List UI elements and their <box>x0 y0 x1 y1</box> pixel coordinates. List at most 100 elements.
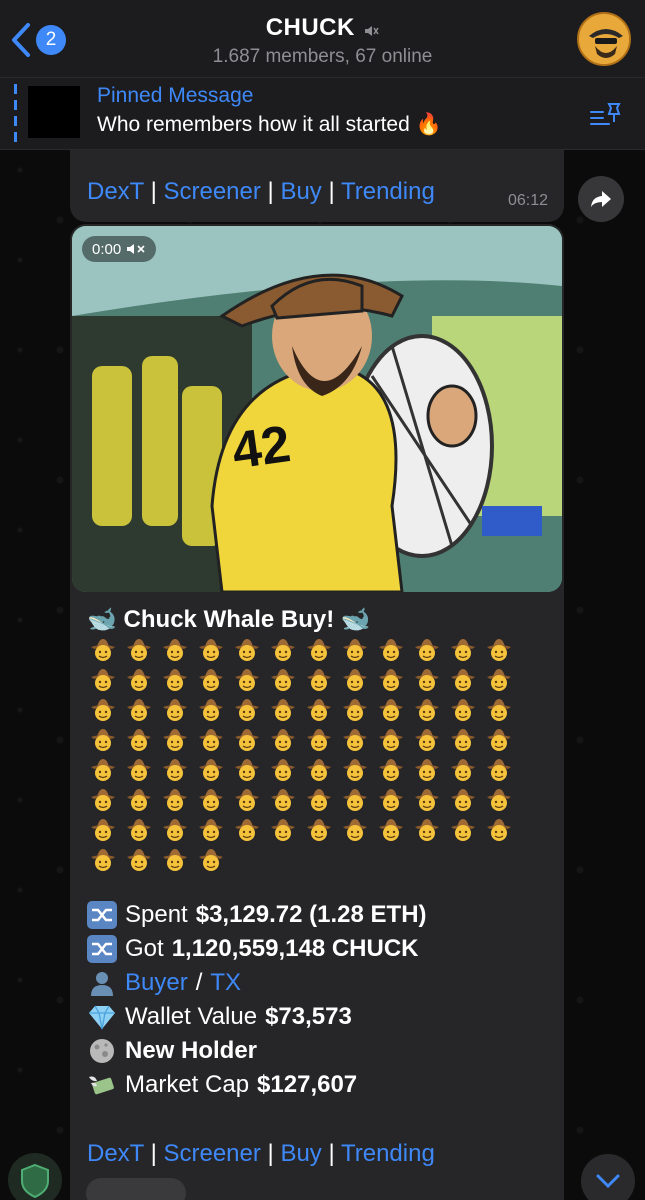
emoji-row <box>90 758 530 782</box>
shield-icon <box>21 1163 49 1199</box>
link-trending[interactable]: Trending <box>341 1140 435 1167</box>
cowboy-face-icon <box>415 729 439 751</box>
tx-link[interactable]: TX <box>210 969 241 997</box>
cowboy-face-icon <box>127 849 151 871</box>
cowboy-face-icon <box>199 759 223 781</box>
emoji-row <box>90 728 530 752</box>
cowboy-face-icon <box>487 759 511 781</box>
cowboy-face-icon <box>307 639 331 661</box>
link-dext[interactable]: DexT <box>87 178 144 205</box>
video-duration-badge: 0:00 <box>82 236 157 262</box>
cowboy-face-icon <box>487 819 511 841</box>
emoji-row <box>90 788 530 812</box>
emoji-row <box>90 818 530 842</box>
cowboy-face-icon <box>271 699 295 721</box>
link-dext[interactable]: DexT <box>87 1140 144 1167</box>
got-value: 1,120,559,148 CHUCK <box>171 935 419 962</box>
scroll-down-button[interactable] <box>581 1154 635 1200</box>
cowboy-face-icon <box>487 729 511 751</box>
cowboy-face-icon <box>451 819 475 841</box>
cowboy-face-icon <box>163 759 187 781</box>
forward-icon <box>591 191 611 207</box>
cowboy-face-icon <box>379 669 403 691</box>
cowboy-face-icon <box>343 669 367 691</box>
cowboy-emoji-grid <box>90 638 530 878</box>
cowboy-face-icon <box>235 789 259 811</box>
cowboy-face-icon <box>163 669 187 691</box>
chat-header: 2 CHUCK 1.687 members, 67 online <box>0 0 645 78</box>
cowboy-face-icon <box>127 639 151 661</box>
cowboy-face-icon <box>451 789 475 811</box>
buyer-link[interactable]: Buyer <box>125 969 188 997</box>
pinned-thumbnail <box>28 86 80 138</box>
moon-icon <box>90 1039 114 1063</box>
shield-button[interactable] <box>8 1153 62 1200</box>
link-buy[interactable]: Buy <box>280 1140 321 1167</box>
cowboy-face-icon <box>271 639 295 661</box>
cowboy-face-icon <box>415 639 439 661</box>
cowboy-face-icon <box>163 819 187 841</box>
cowboy-face-icon <box>379 729 403 751</box>
link-buy[interactable]: Buy <box>280 178 321 205</box>
cowboy-face-icon <box>91 699 115 721</box>
spent-value: $3,129.72 (1.28 ETH) <box>195 901 427 928</box>
cowboy-face-icon <box>91 669 115 691</box>
pinned-message-bar[interactable]: Pinned Message Who remembers how it all … <box>0 78 645 150</box>
user-silhouette-icon <box>91 972 113 996</box>
cowboy-face-icon <box>487 699 511 721</box>
cowboy-face-icon <box>163 699 187 721</box>
stat-buyer: Buyer / TX <box>87 966 427 1000</box>
cowboy-face-icon <box>451 759 475 781</box>
stat-mcap: Market Cap $127,607 <box>87 1068 427 1102</box>
cowboy-face-icon <box>343 699 367 721</box>
cowboy-face-icon <box>451 699 475 721</box>
cowboy-face-icon <box>379 699 403 721</box>
cowboy-face-icon <box>343 819 367 841</box>
cowboy-face-icon <box>235 639 259 661</box>
emoji-row <box>90 848 530 872</box>
cowboy-face-icon <box>451 669 475 691</box>
reactions-bar[interactable] <box>86 1178 186 1200</box>
pinned-label: Pinned Message <box>97 84 254 107</box>
stat-holder: New Holder <box>87 1034 427 1068</box>
cowboy-face-icon <box>379 789 403 811</box>
cowboy-face-icon <box>91 729 115 751</box>
cowboy-face-icon <box>343 729 367 751</box>
cowboy-face-icon <box>307 669 331 691</box>
cowboy-face-icon <box>271 729 295 751</box>
link-screener[interactable]: Screener <box>163 1140 260 1167</box>
link-trending[interactable]: Trending <box>341 178 435 205</box>
video-player[interactable]: 42 0:00 <box>72 226 562 592</box>
money-wings-icon <box>89 1076 114 1095</box>
group-avatar[interactable] <box>577 12 631 66</box>
video-duration: 0:00 <box>92 240 122 258</box>
cowboy-face-icon <box>451 639 475 661</box>
chat-title[interactable]: CHUCK <box>266 14 355 41</box>
cowboy-face-icon <box>415 699 439 721</box>
cowboy-face-icon <box>235 729 259 751</box>
cowboy-face-icon <box>487 639 511 661</box>
pin-list-icon[interactable] <box>589 100 623 130</box>
link-screener[interactable]: Screener <box>163 178 260 205</box>
forward-button[interactable] <box>578 176 624 222</box>
emoji-row <box>90 698 530 722</box>
cowboy-face-icon <box>343 759 367 781</box>
cowboy-face-icon <box>127 699 151 721</box>
cowboy-face-icon <box>235 759 259 781</box>
mute-icon <box>365 25 379 36</box>
cowboy-face-icon <box>127 789 151 811</box>
pinned-indicator <box>14 84 17 144</box>
cowboy-face-icon <box>343 789 367 811</box>
shuffle-icon <box>87 935 117 963</box>
cowboy-face-icon <box>199 699 223 721</box>
cowboy-face-icon <box>127 819 151 841</box>
cowboy-face-icon <box>415 819 439 841</box>
pinned-text: Who remembers how it all started 🔥 <box>97 113 442 136</box>
stat-wallet: Wallet Value $73,573 <box>87 1000 427 1034</box>
message-bubble: 42 0:00 🐋 Chuck Whale Buy! 🐋 Spent $3,12 <box>70 224 564 1200</box>
cowboy-face-icon <box>379 819 403 841</box>
cowboy-face-icon <box>199 639 223 661</box>
shuffle-icon <box>87 901 117 929</box>
muted-speaker-icon[interactable] <box>126 242 146 256</box>
chat-subtitle: 1.687 members, 67 online <box>212 46 433 67</box>
